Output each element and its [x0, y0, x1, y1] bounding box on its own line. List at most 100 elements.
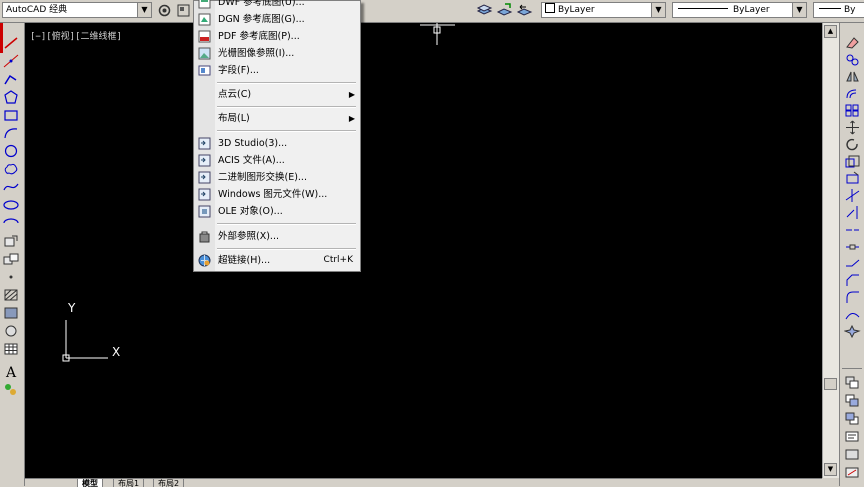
- menu-item-dgn-underlay[interactable]: DGN 参考底图(G)...: [194, 11, 360, 28]
- construction-line-tool[interactable]: [2, 53, 20, 69]
- copy-icon: [846, 54, 859, 66]
- layer-previous-button[interactable]: [516, 2, 533, 19]
- hatch-icon: [4, 289, 18, 301]
- vertical-scrollbar[interactable]: ▲ ▼: [822, 23, 839, 478]
- ellipse-arc-tool[interactable]: [2, 215, 20, 231]
- line-tool[interactable]: [2, 35, 20, 51]
- region-tool[interactable]: [2, 323, 20, 339]
- arc-tool[interactable]: [2, 125, 20, 141]
- menu-item-label: PDF 参考底图(P)...: [218, 31, 300, 42]
- send-back-tool[interactable]: [844, 411, 861, 426]
- rotate-tool[interactable]: [844, 137, 861, 152]
- lineweight-dropdown[interactable]: By: [813, 2, 864, 18]
- submenu-arrow-icon: ▶: [348, 90, 355, 99]
- scroll-thumb[interactable]: [824, 378, 837, 390]
- viewport-controls[interactable]: [−][俯视][二维线框]: [30, 29, 122, 42]
- circle-icon: [4, 144, 18, 158]
- circle-tool[interactable]: [2, 143, 20, 159]
- add-selected-icon: [5, 384, 16, 395]
- menu-item-label: 外部参照(X)...: [218, 231, 279, 242]
- scroll-up-button[interactable]: ▲: [824, 25, 837, 38]
- layer-states-button[interactable]: [476, 2, 493, 19]
- erase-icon: [846, 37, 859, 49]
- submenu-arrow-icon: ▶: [348, 114, 355, 123]
- move-tool[interactable]: [844, 120, 861, 135]
- workspace-toggle-button[interactable]: [175, 2, 192, 19]
- workspace-dropdown[interactable]: AutoCAD 经典 ▼: [2, 2, 152, 18]
- add-selected-tool[interactable]: [2, 381, 20, 397]
- blend-tool[interactable]: [844, 307, 861, 322]
- hatch-tool[interactable]: [2, 287, 20, 303]
- menu-item-acis[interactable]: ACIS 文件(A)...: [194, 152, 360, 169]
- menu-item-wmf[interactable]: Windows 图元文件(W)...: [194, 186, 360, 203]
- point-icon: [9, 275, 13, 279]
- menu-item-pdf-underlay[interactable]: PDF 参考底图(P)...: [194, 28, 360, 45]
- stretch-tool[interactable]: [844, 171, 861, 186]
- scroll-down-button[interactable]: ▼: [824, 463, 837, 476]
- point-tool[interactable]: [2, 269, 20, 285]
- draworder-tool[interactable]: [844, 375, 861, 390]
- offset-tool[interactable]: [844, 86, 861, 101]
- copy-tool[interactable]: [844, 52, 861, 67]
- explode-tool[interactable]: [843, 324, 861, 339]
- make-block-tool[interactable]: [2, 251, 20, 267]
- fillet-icon: [846, 291, 859, 303]
- linetype-dropdown[interactable]: ByLayer ▼: [672, 2, 807, 18]
- ucs-icon: [62, 320, 108, 362]
- menu-separator: [217, 223, 356, 225]
- multiline-text-tool[interactable]: A: [2, 363, 20, 379]
- chamfer-tool[interactable]: [844, 273, 861, 288]
- break-at-point-tool[interactable]: [844, 222, 861, 237]
- ellipse-icon: [3, 200, 19, 210]
- text-to-front-icon: [845, 431, 859, 442]
- menu-item-label: 点云(C): [218, 89, 252, 100]
- color-dropdown[interactable]: ByLayer ▼: [541, 2, 666, 18]
- bring-front-tool[interactable]: [844, 393, 861, 408]
- menu-item-xref[interactable]: 外部参照(X)...: [194, 228, 360, 245]
- break-tool[interactable]: [844, 239, 861, 254]
- gradient-tool[interactable]: [2, 305, 20, 321]
- menu-item-layout[interactable]: 布局(L) ▶: [194, 110, 360, 127]
- trim-tool[interactable]: [844, 188, 861, 203]
- annotations-front-tool[interactable]: [844, 465, 861, 480]
- array-tool[interactable]: [844, 103, 861, 118]
- menu-item-hyperlink[interactable]: 超链接(H)... Ctrl+K: [194, 252, 360, 269]
- polygon-tool[interactable]: [2, 89, 20, 105]
- ellipse-tool[interactable]: [2, 197, 20, 213]
- trim-icon: [845, 189, 860, 202]
- extend-icon: [846, 206, 858, 219]
- join-tool[interactable]: [844, 256, 861, 271]
- menu-item-dxb[interactable]: 二进制图形交换(E)...: [194, 169, 360, 186]
- erase-tool[interactable]: [844, 35, 861, 50]
- extend-tool[interactable]: [844, 205, 861, 220]
- rectangle-tool[interactable]: [2, 107, 20, 123]
- menu-item-3d-studio[interactable]: 3D Studio(3)...: [194, 135, 360, 152]
- menu-item-dwf-underlay[interactable]: DWF 参考底图(U)...: [194, 0, 360, 11]
- table-tool[interactable]: [2, 341, 20, 357]
- fillet-tool[interactable]: [844, 290, 861, 305]
- acis-import-icon: [198, 154, 211, 167]
- scale-tool[interactable]: [844, 154, 861, 169]
- linetype-value: ByLayer: [733, 5, 770, 15]
- drawing-area[interactable]: Y X: [25, 23, 822, 478]
- hatch-back-tool[interactable]: [844, 447, 861, 462]
- move-icon: [846, 120, 859, 135]
- workspace-settings-button[interactable]: [156, 2, 173, 19]
- revcloud-icon: [4, 163, 18, 175]
- make-current-layer-button[interactable]: [496, 2, 513, 19]
- lineweight-value: By: [844, 5, 856, 15]
- text-front-tool[interactable]: [844, 429, 861, 444]
- insert-block-tool[interactable]: [2, 233, 20, 249]
- menu-item-ole-object[interactable]: OLE 对象(O)...: [194, 203, 360, 220]
- revcloud-tool[interactable]: [2, 161, 20, 177]
- mirror-tool[interactable]: [844, 69, 861, 84]
- menu-item-point-cloud[interactable]: 点云(C) ▶: [194, 86, 360, 103]
- menu-separator: [217, 130, 356, 132]
- menu-item-field[interactable]: 字段(F)...: [194, 62, 360, 79]
- menu-item-raster-image[interactable]: 光栅图像参照(I)...: [194, 45, 360, 62]
- array-icon: [845, 104, 859, 117]
- polyline-tool[interactable]: [2, 71, 20, 87]
- spline-tool[interactable]: [2, 179, 20, 195]
- canvas-graphics: [62, 23, 455, 362]
- chevron-down-icon: ▼: [651, 3, 665, 17]
